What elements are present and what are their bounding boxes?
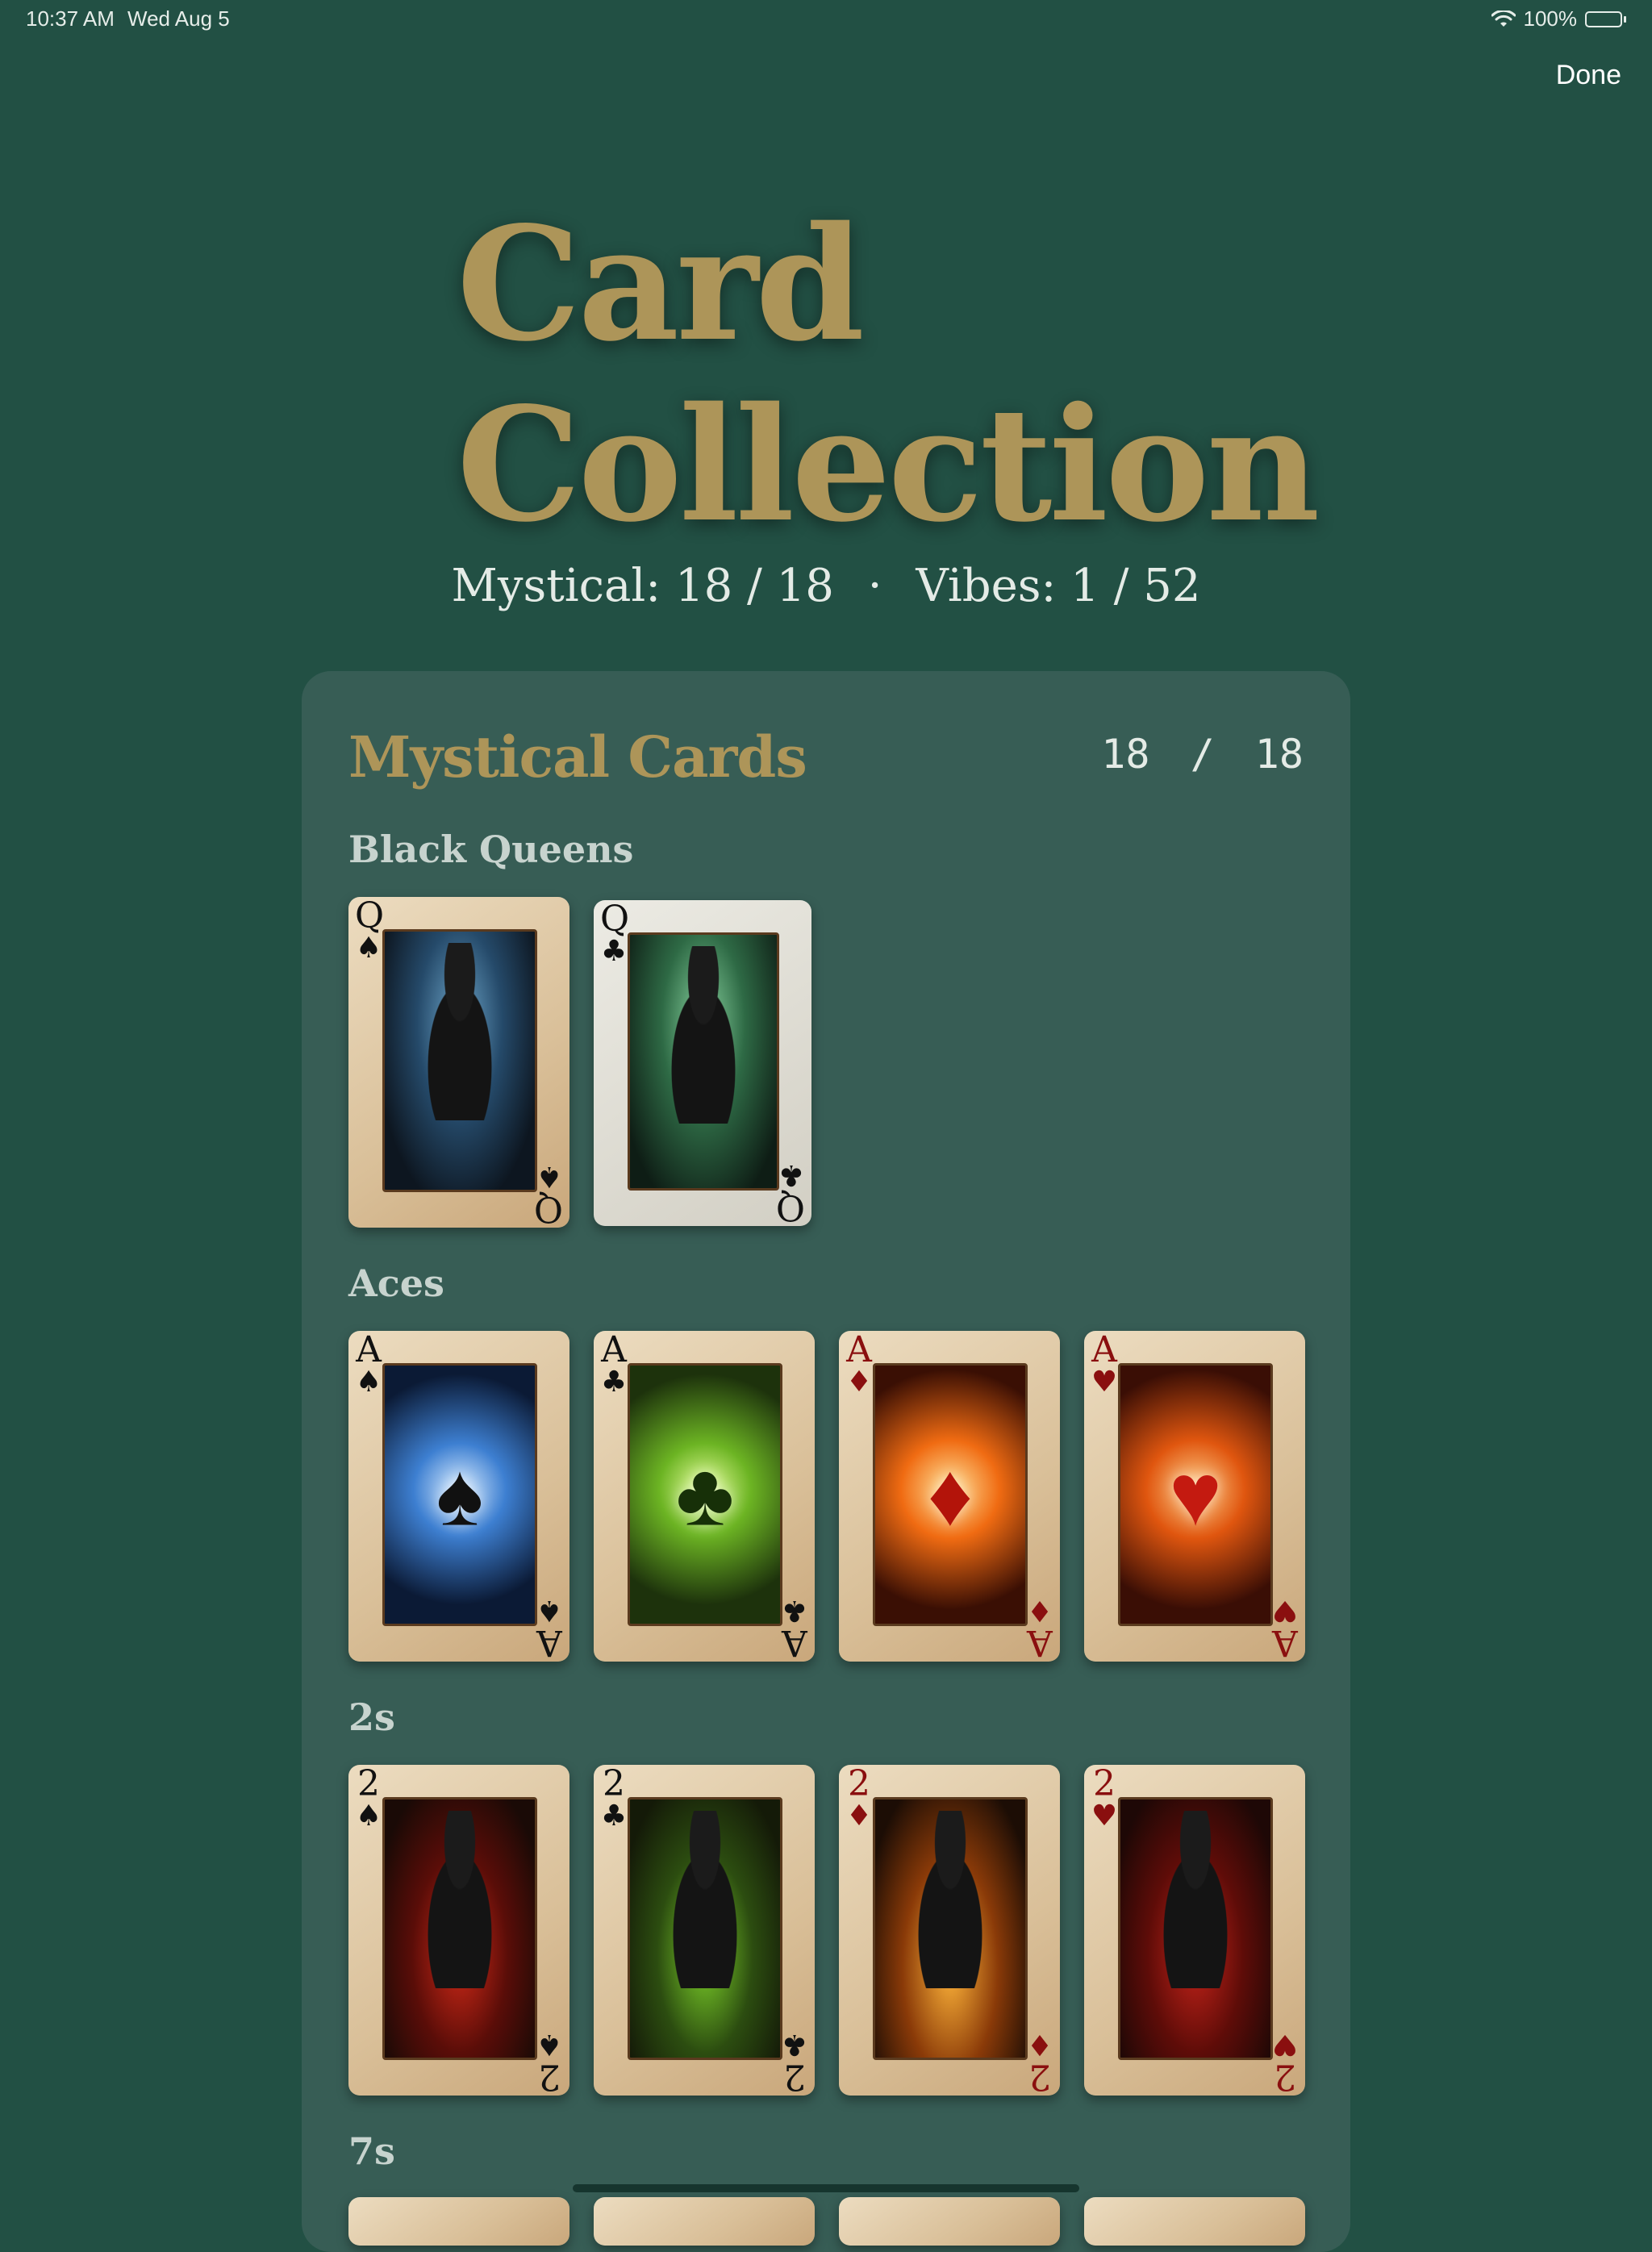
title-line-2: Collection [457, 373, 1320, 557]
battery-percent: 100% [1523, 6, 1578, 31]
card-row-black-queens: Q ♠ Q ♠ Q ♣ Q ♣ [348, 897, 811, 1228]
card-two-hearts[interactable]: 2 ♥ 2 ♥ [1084, 1765, 1305, 2096]
panel-count: 18 / 18 [1101, 731, 1304, 778]
card-row-aces: ♠ A ♠ A ♠ ♣ A ♣ A ♣ ♦ A ♦ A ♦ ♥ A ♥ A ♥ [348, 1331, 1305, 1662]
status-date: Wed Aug 5 [127, 6, 230, 31]
page-title: Card Collection [457, 192, 1320, 557]
card-corner-bottom: 2 ♠ [536, 2028, 563, 2096]
status-bar: 10:37 AM Wed Aug 5 100% [0, 0, 1652, 39]
card-seven-partial[interactable] [348, 2197, 569, 2246]
card-art [1118, 1797, 1273, 2060]
card-corner-top: A ♠ [355, 1331, 382, 1399]
card-art: ♥ [1118, 1363, 1273, 1626]
card-corner-top: A ♣ [600, 1331, 628, 1399]
center-suit-icon: ♥ [1169, 1445, 1222, 1545]
card-queen-spades[interactable]: Q ♠ Q ♠ [348, 897, 569, 1228]
center-suit-icon: ♠ [436, 1445, 484, 1545]
card-art [628, 932, 779, 1191]
card-corner-bottom: A ♠ [536, 1594, 563, 1662]
card-corner-bottom: A ♦ [1026, 1594, 1053, 1662]
status-time: 10:37 AM [26, 6, 115, 31]
collection-stats: Mystical: 18 / 18 · Vibes: 1 / 52 [0, 560, 1652, 612]
card-row-twos: 2 ♠ 2 ♠ 2 ♣ 2 ♣ 2 ♦ 2 ♦ 2 ♥ 2 ♥ [348, 1765, 1305, 2096]
card-corner-top: 2 ♠ [355, 1765, 382, 1833]
card-ace-spades[interactable]: ♠ A ♠ A ♠ [348, 1331, 569, 1662]
card-row-sevens [348, 2197, 1305, 2246]
card-art [873, 1797, 1028, 2060]
queen-figure [411, 943, 508, 1120]
count-total: 18 [1254, 731, 1304, 778]
section-title-aces: Aces [348, 1262, 444, 1305]
center-suit-icon: ♦ [927, 1445, 974, 1545]
card-corner-top: 2 ♦ [845, 1765, 873, 1833]
card-corner-top: A ♥ [1091, 1331, 1118, 1399]
card-corner-bottom: 2 ♦ [1026, 2028, 1053, 2096]
card-art: ♠ [382, 1363, 537, 1626]
status-indicators: 100% [1491, 6, 1626, 31]
card-corner-top: 2 ♣ [600, 1765, 628, 1833]
hooded-figure [902, 1811, 999, 1988]
card-art [628, 1797, 782, 2060]
card-seven-partial[interactable] [1084, 2197, 1305, 2246]
section-title-sevens: 7s [348, 2129, 395, 2173]
card-seven-partial[interactable] [594, 2197, 815, 2246]
panel-title: Mystical Cards [348, 724, 807, 790]
card-queen-clubs[interactable]: Q ♣ Q ♣ [594, 900, 811, 1226]
card-corner-bottom: Q ♣ [775, 1158, 805, 1226]
card-corner-bottom: Q ♠ [533, 1160, 563, 1228]
card-ace-diamonds[interactable]: ♦ A ♦ A ♦ [839, 1331, 1060, 1662]
card-corner-top: 2 ♥ [1091, 1765, 1118, 1833]
card-art: ♦ [873, 1363, 1028, 1626]
count-collected: 18 [1101, 731, 1150, 778]
card-two-clubs[interactable]: 2 ♣ 2 ♣ [594, 1765, 815, 2096]
title-line-1: Card [457, 192, 865, 376]
battery-icon [1585, 10, 1626, 27]
vibes-stat: Vibes: 1 / 52 [916, 560, 1201, 612]
card-corner-top: A ♦ [845, 1331, 873, 1399]
hooded-figure [1147, 1811, 1244, 1988]
queen-figure [655, 946, 752, 1124]
mystical-stat: Mystical: 18 / 18 [451, 560, 834, 612]
card-corner-top: Q ♣ [600, 900, 630, 968]
stat-separator: · [867, 560, 882, 612]
card-seven-partial[interactable] [839, 2197, 1060, 2246]
center-suit-icon: ♣ [675, 1445, 735, 1545]
hooded-figure [657, 1811, 753, 1988]
home-indicator[interactable] [573, 2184, 1079, 2192]
card-corner-bottom: 2 ♣ [781, 2028, 808, 2096]
card-two-spades[interactable]: 2 ♠ 2 ♠ [348, 1765, 569, 2096]
card-art: ♣ [628, 1363, 782, 1626]
card-ace-hearts[interactable]: ♥ A ♥ A ♥ [1084, 1331, 1305, 1662]
card-two-diamonds[interactable]: 2 ♦ 2 ♦ [839, 1765, 1060, 2096]
card-art [382, 1797, 537, 2060]
section-title-twos: 2s [348, 1695, 395, 1739]
card-corner-bottom: A ♥ [1271, 1594, 1299, 1662]
wifi-icon [1491, 10, 1516, 27]
done-button[interactable]: Done [1556, 60, 1621, 91]
mystical-cards-panel: Mystical Cards 18 / 18 Black Queens Q ♠ Q… [302, 671, 1350, 2252]
count-separator: / [1190, 731, 1215, 778]
card-art [382, 929, 537, 1192]
card-corner-top: Q ♠ [355, 897, 385, 965]
card-ace-clubs[interactable]: ♣ A ♣ A ♣ [594, 1331, 815, 1662]
hooded-figure [411, 1811, 508, 1988]
section-title-black-queens: Black Queens [348, 828, 634, 871]
card-corner-bottom: 2 ♥ [1271, 2028, 1299, 2096]
card-corner-bottom: A ♣ [781, 1594, 808, 1662]
